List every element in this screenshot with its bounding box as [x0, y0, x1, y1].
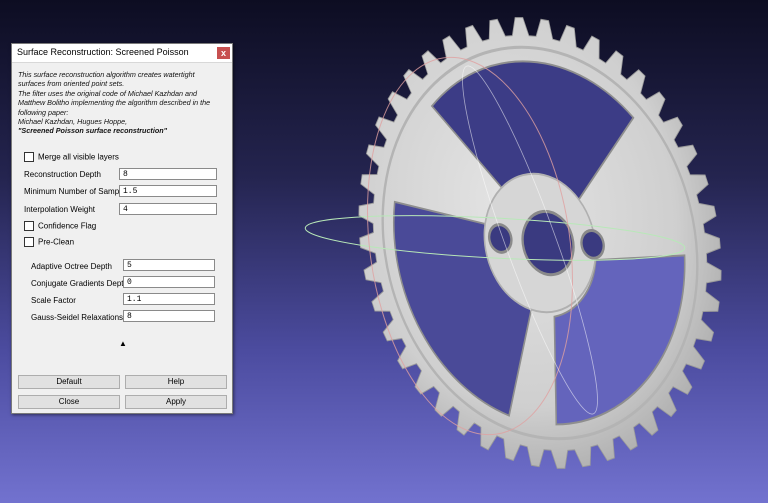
reconstruction-depth-input[interactable]: 8	[119, 168, 217, 180]
conjugate-gradients-depth-input[interactable]: 0	[123, 276, 215, 288]
checkbox-box[interactable]	[24, 237, 34, 247]
close-button[interactable]: Close	[18, 395, 120, 409]
interpolation-weight-label: Interpolation Weight	[24, 205, 96, 214]
filter-description: This surface reconstruction algorithm cr…	[18, 70, 230, 136]
paper-title: "Screened Poisson surface reconstruction…	[18, 126, 168, 136]
adaptive-octree-depth-label: Adaptive Octree Depth	[31, 262, 112, 271]
merge-layers-checkbox[interactable]: Merge all visible layers	[24, 152, 119, 164]
merge-layers-label: Merge all visible layers	[38, 152, 119, 162]
scale-factor-label: Scale Factor	[31, 296, 76, 305]
adaptive-octree-depth-input[interactable]: 5	[123, 259, 215, 271]
help-button[interactable]: Help	[125, 375, 227, 389]
dialog-titlebar[interactable]: Surface Reconstruction: Screened Poisson…	[12, 44, 232, 63]
description-line: surfaces from oriented point sets.	[18, 79, 125, 89]
min-samples-input[interactable]: 1.5	[119, 185, 217, 197]
checkbox-box[interactable]	[24, 152, 34, 162]
confidence-flag-label: Confidence Flag	[38, 221, 97, 231]
gauss-seidel-label: Gauss-Seidel Relaxations	[31, 313, 124, 322]
checkbox-box[interactable]	[24, 221, 34, 231]
preclean-label: Pre-Clean	[38, 237, 75, 247]
description-line: This surface reconstruction algorithm cr…	[18, 70, 195, 79]
reconstruction-depth-label: Reconstruction Depth	[24, 170, 101, 179]
min-samples-label: Minimum Number of Samples	[24, 187, 130, 196]
description-line: following paper:	[18, 107, 69, 117]
description-line: Matthew Bolitho implementing the algorit…	[18, 98, 211, 108]
dialog-title: Surface Reconstruction: Screened Poisson	[17, 47, 189, 57]
close-icon[interactable]: x	[217, 47, 230, 59]
collapse-arrow-icon[interactable]: ▲	[119, 339, 127, 348]
scale-factor-input[interactable]: 1.1	[123, 293, 215, 305]
confidence-flag-checkbox[interactable]: Confidence Flag	[24, 221, 96, 233]
description-line: The filter uses the original code of Mic…	[18, 88, 197, 98]
default-button[interactable]: Default	[18, 375, 120, 389]
gauss-seidel-input[interactable]: 8	[123, 310, 215, 322]
preclean-checkbox[interactable]: Pre-Clean	[24, 237, 74, 249]
interpolation-weight-input[interactable]: 4	[119, 203, 217, 215]
conjugate-gradients-depth-label: Conjugate Gradients Depth	[31, 279, 128, 288]
screened-poisson-dialog: Surface Reconstruction: Screened Poisson…	[11, 43, 233, 414]
description-line: Michael Kazhdan, Hugues Hoppe,	[18, 117, 128, 127]
apply-button[interactable]: Apply	[125, 395, 227, 409]
